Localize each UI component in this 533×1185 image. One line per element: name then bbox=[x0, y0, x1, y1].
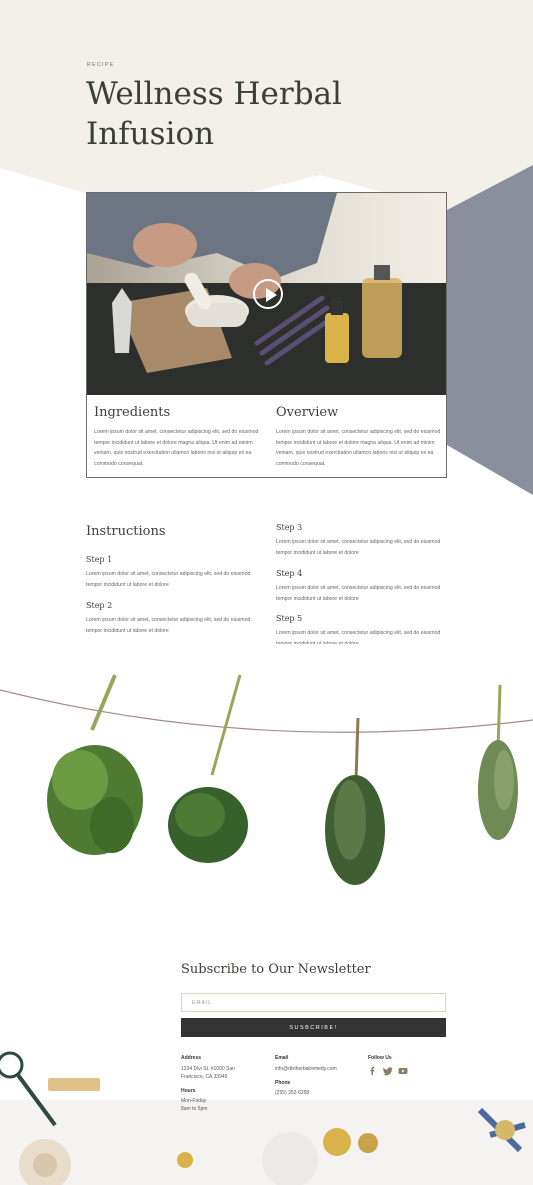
facebook-icon[interactable] bbox=[368, 1066, 378, 1076]
twitter-icon[interactable] bbox=[383, 1066, 393, 1076]
step-3-heading: Step 3 bbox=[276, 523, 303, 532]
follow-label: Follow Us bbox=[368, 1055, 392, 1061]
play-icon[interactable] bbox=[253, 279, 283, 309]
youtube-icon[interactable] bbox=[398, 1066, 408, 1076]
overview-heading: Overview bbox=[276, 405, 339, 420]
step-2-heading: Step 2 bbox=[86, 601, 113, 610]
overview-text: Lorem ipsum dolor sit amet, consectetur … bbox=[276, 429, 441, 467]
footer-background-image bbox=[0, 1030, 533, 1185]
phone-label: Phone bbox=[275, 1080, 291, 1086]
step-5-text: Lorem ipsum dolor sit amet, consectetur … bbox=[276, 630, 441, 644]
step-4-heading: Step 4 bbox=[276, 569, 303, 578]
phone-link[interactable]: (255) 352-6258 bbox=[275, 1089, 355, 1097]
subscribe-button[interactable]: SUSBCRIBE! bbox=[181, 1018, 446, 1037]
recipe-card: Ingredients Lorem ipsum dolor sit amet, … bbox=[86, 192, 447, 478]
hours-label: Hours bbox=[181, 1088, 196, 1094]
newsletter-heading: Subscribe to Our Newsletter bbox=[181, 962, 371, 977]
email-link[interactable]: info@diviherbalremedy.com bbox=[275, 1065, 365, 1073]
ingredients-text: Lorem ipsum dolor sit amet, consectetur … bbox=[94, 429, 259, 467]
eyebrow-label: RECIPE bbox=[87, 62, 115, 68]
address-text: 1234 Divi St. #1000 San Francisco, CA 33… bbox=[181, 1066, 235, 1080]
step-2-text: Lorem ipsum dolor sit amet, consectetur … bbox=[86, 617, 251, 634]
hours-text: Mon-Friday 8am to 5pm bbox=[181, 1098, 208, 1112]
step-5-heading: Step 5 bbox=[276, 614, 303, 623]
address-label: Address bbox=[181, 1055, 202, 1061]
ingredients-heading: Ingredients bbox=[94, 405, 171, 420]
hero-video[interactable] bbox=[87, 193, 446, 395]
page-title: Wellness Herbal Infusion bbox=[86, 76, 342, 152]
email-label: Email bbox=[275, 1055, 289, 1061]
step-3-text: Lorem ipsum dolor sit amet, consectetur … bbox=[276, 539, 441, 556]
step-1-text: Lorem ipsum dolor sit amet, consectetur … bbox=[86, 571, 251, 588]
instructions-heading: Instructions bbox=[86, 524, 166, 539]
step-4-text: Lorem ipsum dolor sit amet, consectetur … bbox=[276, 585, 441, 602]
hanging-herbs-image bbox=[0, 674, 533, 885]
email-input[interactable] bbox=[181, 993, 446, 1012]
step-1-heading: Step 1 bbox=[86, 555, 113, 564]
